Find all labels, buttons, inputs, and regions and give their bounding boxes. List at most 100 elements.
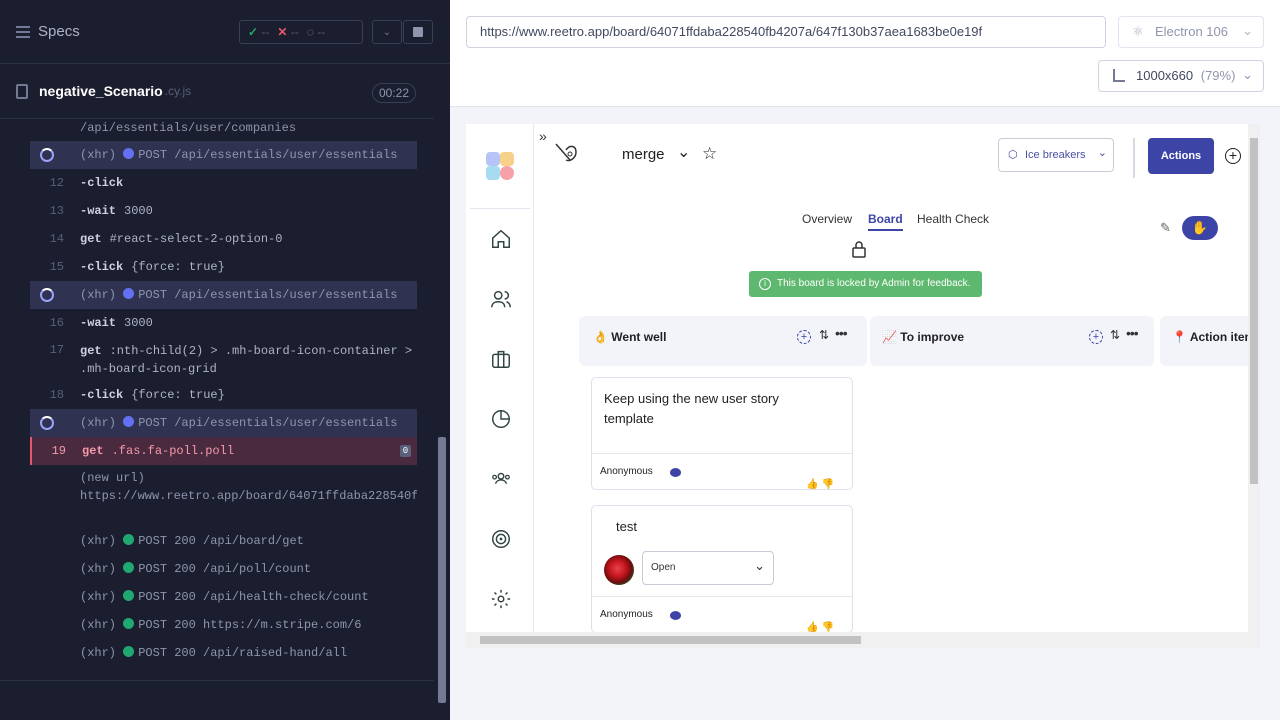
file-icon (16, 83, 28, 99)
lock-icon (852, 241, 866, 258)
card-author: Anonymous (600, 466, 653, 477)
feedback-card[interactable]: test Open ⌄ Anonymous 👍 👎 (591, 505, 853, 633)
spec-file-name[interactable]: negative_Scenario (39, 83, 163, 99)
browser-select[interactable]: ⚛ Electron 106 ⌄ (1118, 16, 1264, 48)
column-title: To improve (900, 330, 965, 344)
failed-count: ✕ -- (277, 25, 299, 39)
command-row[interactable]: 15 -click {force: true} (30, 253, 417, 281)
viewport-indicator[interactable]: 1000x660 (79%) ⌄ (1098, 60, 1264, 92)
add-card-icon[interactable]: + (1089, 330, 1103, 344)
success-dot-icon (123, 618, 135, 629)
pie-chart-icon[interactable] (490, 408, 512, 430)
actions-button[interactable]: Actions (1148, 138, 1214, 174)
divider (1133, 138, 1135, 178)
command-continuation: /api/essentials/user/companies (80, 121, 297, 135)
no-sparkle-icon[interactable]: ✎ (1160, 220, 1171, 236)
chevron-down-button[interactable]: ⌄ (372, 20, 402, 44)
command-row[interactable]: 14 get #react-select-2-option-0 (30, 225, 417, 253)
board-locked-banner: i This board is locked by Admin for feed… (749, 271, 982, 297)
add-card-icon[interactable]: + (797, 330, 811, 344)
chevron-down-icon: ⌄ (754, 558, 765, 573)
board-emoji-icon (555, 143, 577, 162)
xhr-done-row[interactable]: (xhr) POST 200 /api/board/get (30, 527, 417, 555)
stop-icon (413, 27, 423, 37)
new-url-row[interactable]: (new url) https://www.reetro.app/board/6… (30, 465, 417, 527)
command-row[interactable]: 17 get:nth-child(2) > .mh-board-icon-con… (30, 337, 417, 381)
chevron-down-icon: ⌄ (1097, 147, 1107, 159)
aut-header: https://www.reetro.app/board/64071ffdaba… (450, 0, 1280, 107)
sort-icon[interactable]: ⇅ (819, 328, 829, 342)
app-sidebar (466, 124, 534, 634)
command-list: /api/essentials/user/companies (xhr) POS… (30, 119, 417, 667)
target-icon[interactable] (490, 528, 512, 550)
app-horizontal-scroll-thumb[interactable] (480, 636, 861, 644)
feedback-card[interactable]: Keep using the new user story template A… (591, 377, 853, 490)
vote-icons[interactable]: 👍 👎 (806, 467, 834, 503)
add-circle-icon[interactable]: + (1225, 148, 1241, 164)
tab-board[interactable]: Board (868, 212, 903, 231)
stop-button[interactable] (403, 20, 433, 44)
url-bar[interactable]: https://www.reetro.app/board/64071ffdaba… (466, 16, 1106, 48)
briefcase-icon[interactable] (490, 348, 512, 370)
column-to-improve: 📈 To improve + ⇅ ••• (870, 316, 1154, 366)
specs-title[interactable]: Specs (38, 23, 80, 40)
settings-icon[interactable] (490, 588, 512, 610)
xhr-done-row[interactable]: (xhr) POST 200 https://m.stripe.com/6 (30, 611, 417, 639)
command-row[interactable]: 16 -wait 3000 (30, 309, 417, 337)
column-went-well: 👌 Went well + ⇅ ••• (579, 316, 867, 366)
reporter-scroll-thumb[interactable] (438, 437, 446, 703)
xhr-done-row[interactable]: (xhr) POST 200 /api/health-check/count (30, 583, 417, 611)
pending-dot-icon (123, 288, 135, 299)
specs-list-icon[interactable] (16, 25, 30, 38)
check-icon: ✓ (248, 25, 259, 39)
comment-icon[interactable] (670, 611, 681, 620)
reporter-header: Specs ✓ -- ✕ -- ◌ -- ⌄ (0, 0, 450, 64)
chevron-down-icon: ⌄ (1242, 67, 1253, 82)
more-icon[interactable]: ••• (1126, 325, 1139, 341)
team-icon[interactable] (490, 468, 512, 490)
xhr-row[interactable]: (xhr) POST /api/essentials/user/essentia… (30, 409, 417, 437)
status-select[interactable]: Open ⌄ (642, 551, 774, 585)
ruler-icon (1113, 69, 1125, 82)
comment-icon[interactable] (670, 468, 681, 477)
element-count-badge: 0 (400, 445, 411, 457)
xhr-done-row[interactable]: (xhr) POST 200 /api/poll/count (30, 555, 417, 583)
board-name[interactable]: merge (622, 146, 665, 163)
raise-hand-toggle[interactable]: ✋ (1182, 216, 1218, 240)
pending-icon: ◌ (306, 25, 314, 39)
card-footer: Anonymous 👍 👎 (592, 596, 852, 633)
chevron-down-icon[interactable]: ⌄ (677, 142, 690, 162)
test-stats: ✓ -- ✕ -- ◌ -- (239, 20, 363, 44)
sort-icon[interactable]: ⇅ (1110, 328, 1120, 342)
ice-breakers-button[interactable]: ⬡ Ice breakers ⌄ (998, 138, 1114, 172)
spec-file-ext: .cy.js (164, 84, 192, 98)
star-icon[interactable]: ☆ (702, 144, 717, 164)
electron-icon: ⚛ (1132, 24, 1144, 39)
spinner-icon (40, 416, 54, 430)
column-title: Action item (1189, 330, 1256, 344)
success-dot-icon (123, 590, 135, 601)
success-dot-icon (123, 646, 135, 657)
card-footer: Anonymous 👍 👎 (592, 453, 852, 490)
xhr-done-row[interactable]: (xhr) POST 200 /api/raised-hand/all (30, 639, 417, 667)
app-frame: » merge ⌄ ☆ ⬡ Ice breakers ⌄ Actions + ⌄… (466, 124, 1260, 648)
app-vertical-scroll-thumb[interactable] (1250, 138, 1258, 484)
reetro-logo[interactable] (486, 152, 516, 182)
divider (470, 208, 530, 209)
more-icon[interactable]: ••• (835, 325, 848, 341)
cross-icon: ✕ (277, 25, 288, 39)
tab-health-check[interactable]: Health Check (917, 212, 989, 226)
card-author: Anonymous (600, 609, 653, 620)
users-icon[interactable] (490, 288, 512, 310)
board-header: merge ⌄ ☆ ⬡ Ice breakers ⌄ Actions + ⌄ (534, 124, 1260, 188)
tab-overview[interactable]: Overview (802, 212, 852, 226)
command-row[interactable]: 18 -click {force: true} (30, 381, 417, 409)
command-row[interactable]: 13 -wait 3000 (30, 197, 417, 225)
xhr-row[interactable]: (xhr) POST /api/essentials/user/essentia… (30, 141, 417, 169)
column-title: Went well (611, 330, 667, 344)
command-row[interactable]: 12 -click (30, 169, 417, 197)
xhr-row[interactable]: (xhr) POST /api/essentials/user/essentia… (30, 281, 417, 309)
home-icon[interactable] (490, 228, 512, 250)
success-dot-icon (123, 534, 135, 545)
failed-command-row[interactable]: 19 get .fas.fa-poll.poll 0 (30, 437, 417, 465)
